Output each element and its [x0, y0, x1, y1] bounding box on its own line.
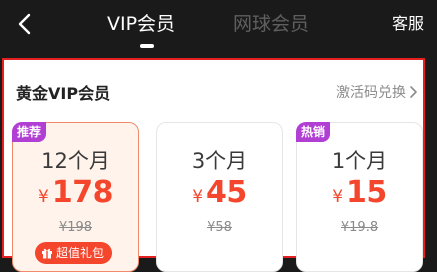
hot-sale-badge: 热销 [296, 122, 331, 142]
price-amount: 15 [346, 175, 387, 210]
gift-pack-label: 超值礼包 [56, 246, 105, 260]
active-tab-indicator [140, 44, 154, 48]
price-currency: ¥ [192, 187, 204, 207]
plan-duration: 1个月 [331, 149, 388, 173]
gift-icon [42, 248, 52, 259]
redeem-code-label: 激活码兑换 [336, 85, 406, 101]
redeem-code-link[interactable]: 激活码兑换 [336, 82, 419, 102]
plan-card-1-month[interactable]: 1个月 ¥15 ¥19.8 [296, 122, 423, 272]
back-button[interactable] [14, 12, 36, 36]
chevron-left-icon [18, 13, 31, 35]
tab-tennis-membership[interactable]: 网球会员 [233, 10, 309, 38]
plan-duration: 12个月 [41, 149, 110, 173]
tab-vip-membership[interactable]: VIP会员 [107, 10, 175, 38]
plan-price: ¥45 [157, 175, 282, 210]
gold-vip-panel: 黄金VIP会员 激活码兑换 12个月 ¥178 ¥198 超值礼包 推荐 3个月… [2, 58, 425, 272]
plan-duration: 3个月 [191, 149, 248, 173]
panel-title: 黄金VIP会员 [16, 84, 111, 103]
original-price: ¥58 [207, 220, 232, 235]
plan-card-3-months[interactable]: 3个月 ¥45 ¥58 [156, 122, 283, 272]
price-currency: ¥ [38, 187, 49, 207]
chevron-right-icon [410, 86, 417, 98]
original-price: ¥19.8 [340, 220, 379, 235]
plan-price: ¥178 [13, 175, 138, 210]
gift-pack-tag: 超值礼包 [35, 242, 113, 264]
plan-price: ¥15 [297, 175, 422, 210]
original-price: ¥198 [58, 220, 93, 235]
recommended-badge: 推荐 [12, 122, 47, 142]
price-currency: ¥ [332, 187, 344, 207]
top-navigation-bar: VIP会员 网球会员 客服 [0, 0, 437, 52]
price-amount: 45 [206, 175, 247, 210]
plan-card-12-months[interactable]: 12个月 ¥178 ¥198 超值礼包 [12, 122, 139, 272]
price-amount: 178 [51, 175, 114, 210]
customer-service-button[interactable]: 客服 [392, 12, 424, 36]
